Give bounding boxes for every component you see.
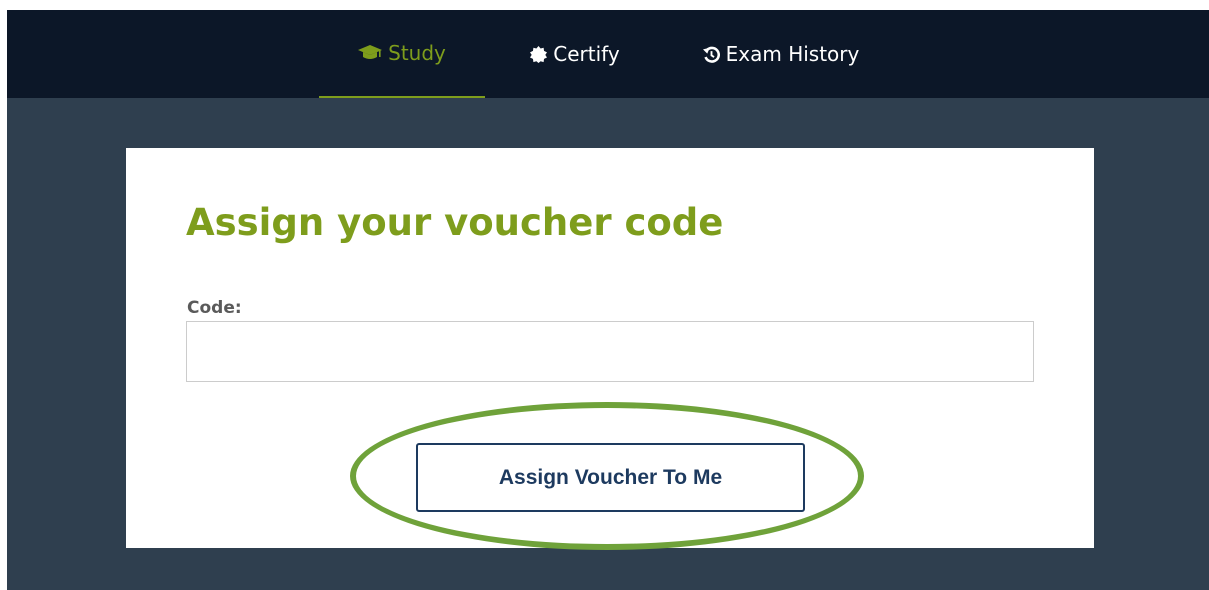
page-title: Assign your voucher code [186,201,724,244]
badge-icon [530,45,548,63]
nav-item-label: Exam History [725,42,860,66]
nav-item-study[interactable]: Study [319,10,485,98]
graduation-cap-icon [358,45,383,61]
code-label: Code: [187,298,242,318]
top-nav: Study Certify Exam History [7,10,1209,98]
voucher-card: Assign your voucher code Code: Assign Vo… [126,148,1094,548]
nav-item-exam-history[interactable]: Exam History [693,10,869,98]
nav-item-label: Certify [553,42,620,66]
code-input[interactable] [186,321,1034,382]
nav-item-certify[interactable]: Certify [523,10,627,98]
assign-voucher-button[interactable]: Assign Voucher To Me [416,443,805,512]
nav-item-label: Study [388,41,446,65]
history-icon [702,46,720,63]
app-frame: Study Certify Exam History Assign your v… [7,10,1209,590]
